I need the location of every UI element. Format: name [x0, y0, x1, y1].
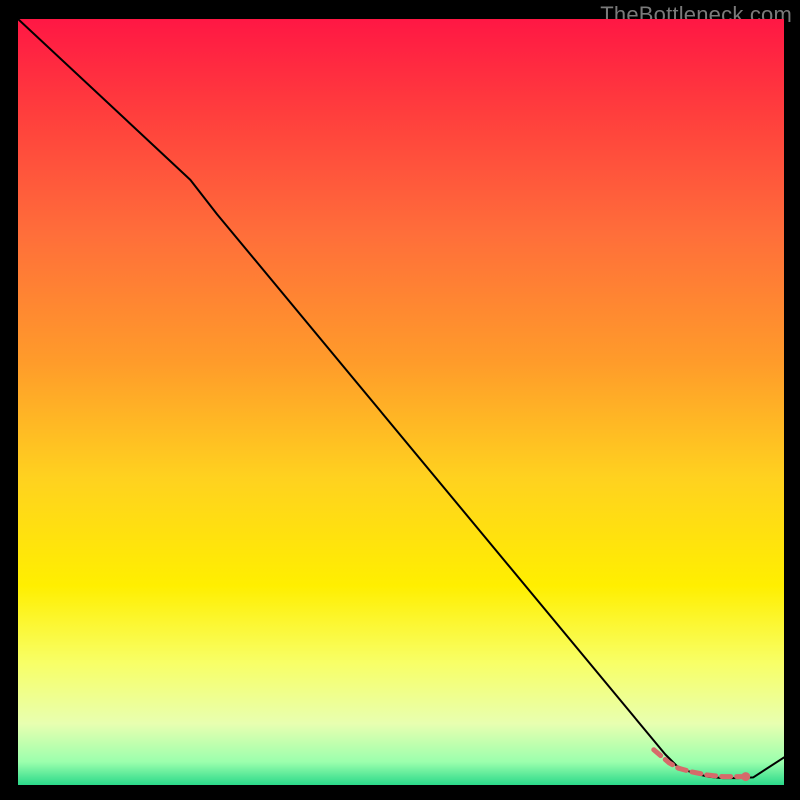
gradient-background	[18, 19, 784, 785]
chart-frame: TheBottleneck.com	[0, 0, 800, 800]
chart-svg	[18, 19, 784, 785]
plot-area	[18, 19, 784, 785]
point-end-dot	[741, 772, 750, 781]
